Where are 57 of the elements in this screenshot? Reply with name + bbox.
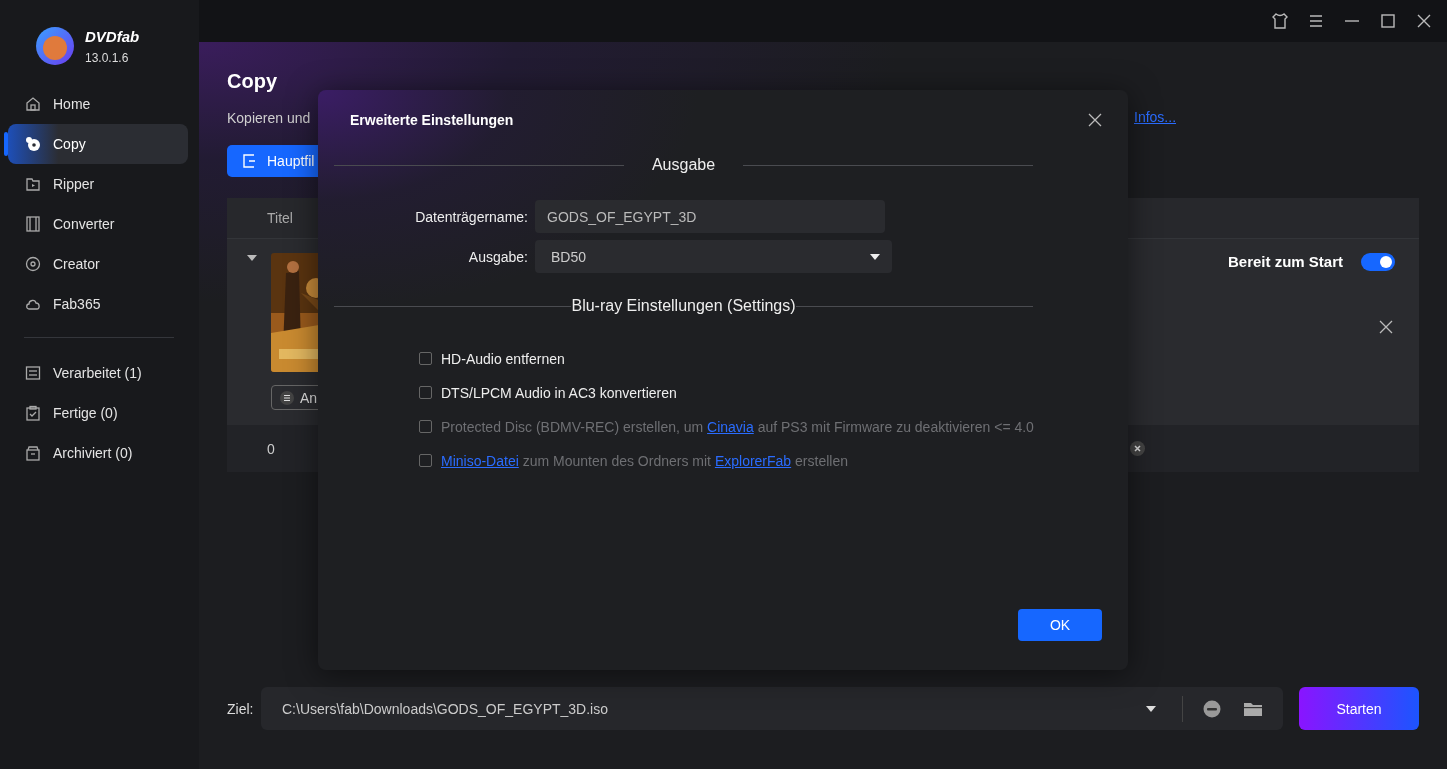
caret-down-icon	[870, 253, 880, 260]
start-button[interactable]: Starten	[1299, 687, 1419, 730]
exit-icon	[241, 153, 257, 169]
list-icon	[25, 365, 41, 381]
sidebar-item[interactable]: Home	[8, 84, 188, 124]
close-icon[interactable]	[1415, 12, 1433, 30]
option-label: DTS/LPCM Audio in AC3 konvertieren	[441, 384, 677, 401]
item-count: 0	[267, 440, 275, 457]
sidebar-item[interactable]: Ripper	[8, 164, 188, 204]
folder-icon	[25, 176, 41, 192]
disc-icon	[25, 136, 41, 152]
clipboard-icon	[25, 405, 41, 421]
list-icon	[280, 390, 294, 405]
film-icon	[25, 216, 41, 232]
sidebar-item[interactable]: Archiviert (0)	[8, 433, 188, 473]
clear-icon[interactable]	[1130, 441, 1145, 456]
app-version: 13.0.1.6	[85, 50, 129, 65]
sidebar-item[interactable]: Verarbeitet (1)	[8, 353, 188, 393]
sidebar-item[interactable]: Fertige (0)	[8, 393, 188, 433]
checkbox[interactable]	[419, 352, 432, 365]
archive-icon	[25, 445, 41, 461]
close-icon[interactable]	[1088, 113, 1102, 127]
page-description: Kopieren und	[227, 110, 311, 126]
disc-icon	[25, 256, 41, 272]
sidebar-item[interactable]: Fab365	[8, 284, 188, 324]
output-dropdown[interactable]: BD50	[535, 240, 892, 273]
page-title: Copy	[227, 70, 277, 93]
column-header: Titel	[267, 210, 293, 226]
section-heading: Blu-ray Einstellungen (Settings)	[571, 297, 796, 315]
checkbox[interactable]	[419, 386, 432, 399]
home-icon	[25, 96, 41, 112]
disc-image-icon[interactable]	[1203, 699, 1221, 718]
option-label: Miniso-Datei zum Mounten des Ordners mit ExplorerFab erstellen	[441, 452, 848, 469]
more-info-link[interactable]: Infos...	[1134, 109, 1177, 125]
close-icon[interactable]	[1379, 320, 1393, 334]
name-field[interactable]: GODS_OF_EGYPT_3D	[535, 200, 885, 233]
toggle-switch[interactable]	[1361, 253, 1395, 271]
app-name: DVDfab	[85, 27, 140, 45]
ok-button[interactable]: OK	[1018, 609, 1102, 641]
maximize-icon[interactable]	[1379, 12, 1397, 30]
menu-icon[interactable]	[1307, 12, 1325, 30]
option-label: HD-Audio entfernen	[441, 350, 565, 367]
dialog-title: Erweiterte Einstellungen	[350, 112, 514, 128]
field-label: Datenträgername:	[414, 208, 528, 225]
caret-down-icon[interactable]	[1146, 705, 1156, 712]
sidebar-item[interactable]: Converter	[8, 204, 188, 244]
caret-down-icon[interactable]	[247, 255, 257, 263]
sidebar-item[interactable]: Creator	[8, 244, 188, 284]
shirt-icon[interactable]	[1271, 12, 1289, 30]
section-heading: Ausgabe	[650, 156, 717, 174]
output-path-field[interactable]: C:\Users\fab\Downloads\GODS_OF_EGYPT_3D.iso	[261, 687, 1283, 730]
logo-icon	[35, 26, 75, 66]
field-label: Ausgabe:	[467, 248, 528, 265]
folder-icon[interactable]	[1243, 700, 1263, 717]
status-label: Bereit zum Start	[1227, 253, 1343, 270]
option-label: Protected Disc (BDMV-REC) erstellen, um Cinavia auf PS3 mit Firmware zu deaktivieren <= 4.0	[441, 418, 1034, 435]
output-label: Ziel:	[227, 700, 251, 717]
